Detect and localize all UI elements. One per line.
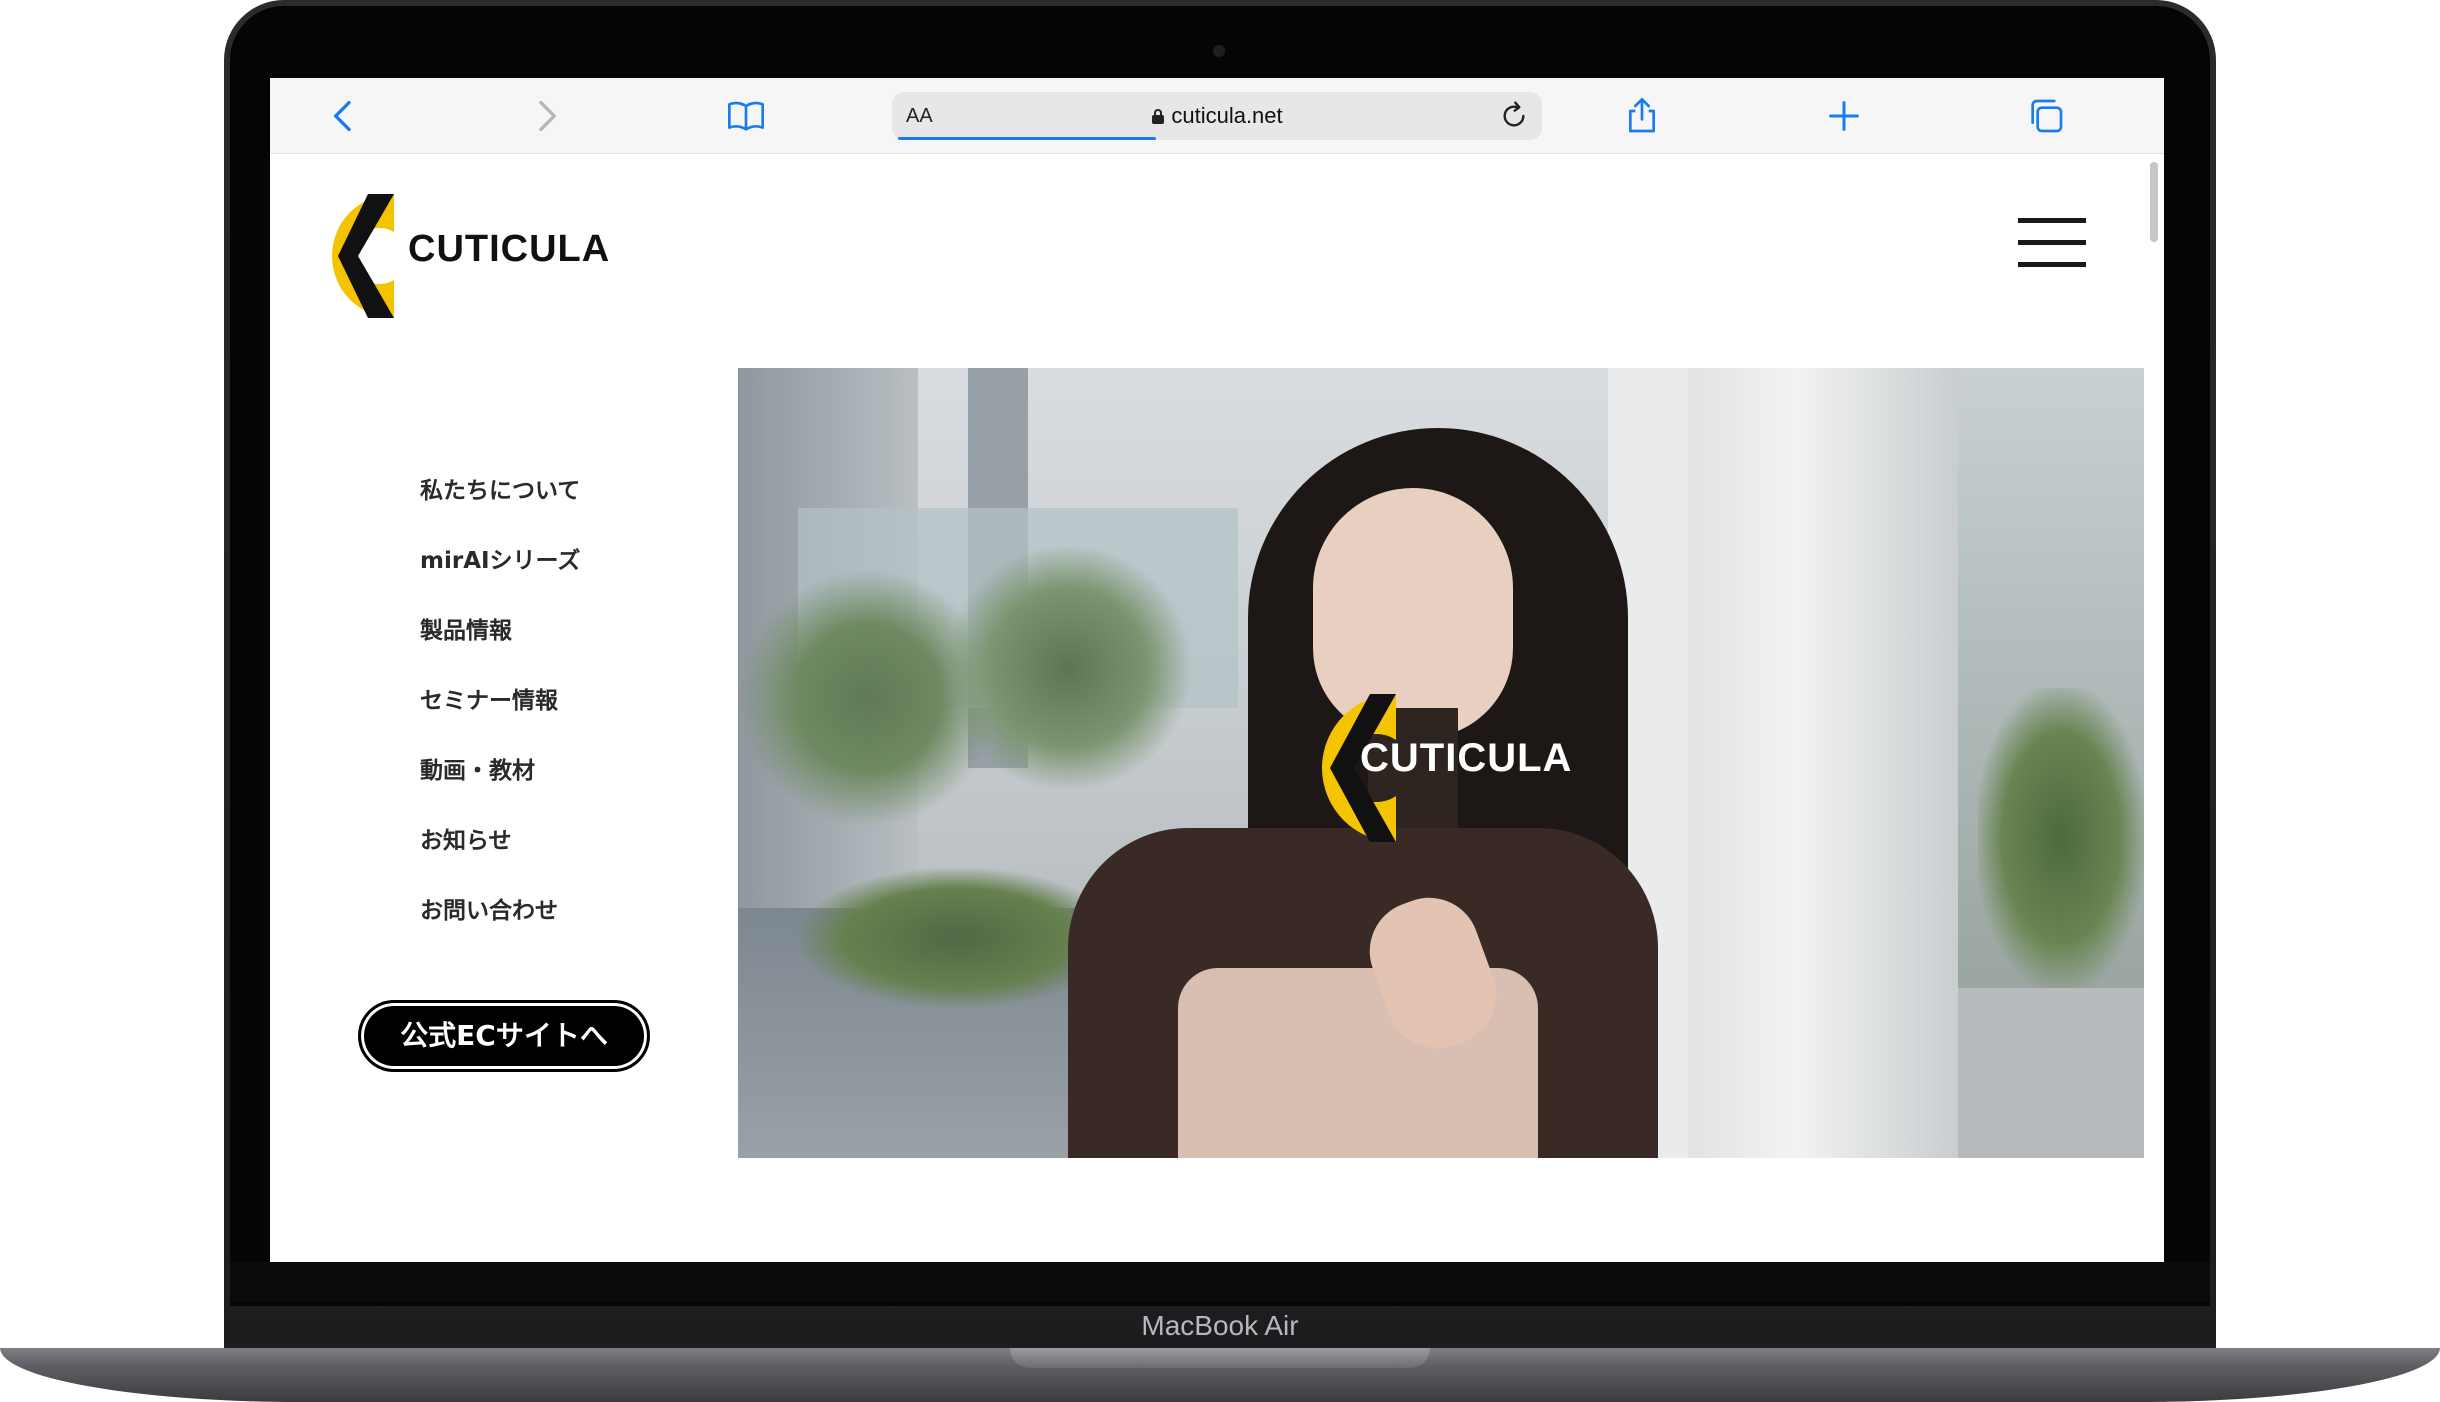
nav-item-seminars[interactable]: セミナー情報 — [420, 676, 580, 746]
page-scrollbar[interactable] — [2148, 158, 2160, 1258]
book-icon[interactable] — [722, 92, 770, 140]
address-bar[interactable]: AA cuticula.net — [892, 92, 1542, 140]
nav-item-contact[interactable]: お問い合わせ — [420, 886, 580, 956]
hero-image: CUTICULA — [738, 368, 2144, 1158]
tabs-icon[interactable] — [2022, 92, 2070, 140]
nav-item-videos[interactable]: 動画・教材 — [420, 746, 580, 816]
url-text: cuticula.net — [1171, 103, 1283, 128]
nav-item-about[interactable]: 私たちについて — [420, 466, 580, 536]
lock-icon — [1152, 109, 1165, 124]
site-logo[interactable]: CUTICULA — [308, 190, 609, 322]
hamburger-menu-icon[interactable] — [2018, 218, 2090, 270]
laptop-hinge-notch — [1010, 1348, 1430, 1368]
main-nav: 私たちについて mirAIシリーズ 製品情報 セミナー情報 動画・教材 お知らせ… — [420, 466, 580, 956]
browser-screen: AA cuticula.net CUTICULA 私たちについて mirAIシリ… — [270, 78, 2164, 1264]
device-model-label: MacBook Air — [1141, 1310, 1299, 1341]
hero-logo-text: CUTICULA — [1360, 736, 1573, 780]
ec-site-button[interactable]: 公式ECサイトへ — [358, 1000, 650, 1072]
url-display[interactable]: cuticula.net — [892, 92, 1542, 140]
browser-toolbar: AA cuticula.net — [270, 78, 2164, 154]
hero-overlay-logo: CUTICULA — [1290, 688, 1610, 848]
share-icon[interactable] — [1618, 92, 1666, 140]
screen-chin — [230, 1262, 2210, 1302]
nav-item-mirai-series[interactable]: mirAIシリーズ — [420, 536, 580, 606]
macbook-mockup: AA cuticula.net CUTICULA 私たちについて mirAIシリ… — [0, 0, 2440, 1402]
chevron-right-icon[interactable] — [522, 92, 570, 140]
plus-icon[interactable] — [1820, 92, 1868, 140]
page-load-progress — [898, 137, 1156, 140]
chevron-left-icon[interactable] — [320, 92, 368, 140]
reload-icon[interactable] — [1498, 100, 1530, 132]
scroll-thumb[interactable] — [2150, 162, 2158, 242]
camera-icon — [1213, 45, 1225, 57]
nav-item-news[interactable]: お知らせ — [420, 816, 580, 886]
logo-text: CUTICULA — [408, 228, 611, 270]
nav-item-products[interactable]: 製品情報 — [420, 606, 580, 676]
